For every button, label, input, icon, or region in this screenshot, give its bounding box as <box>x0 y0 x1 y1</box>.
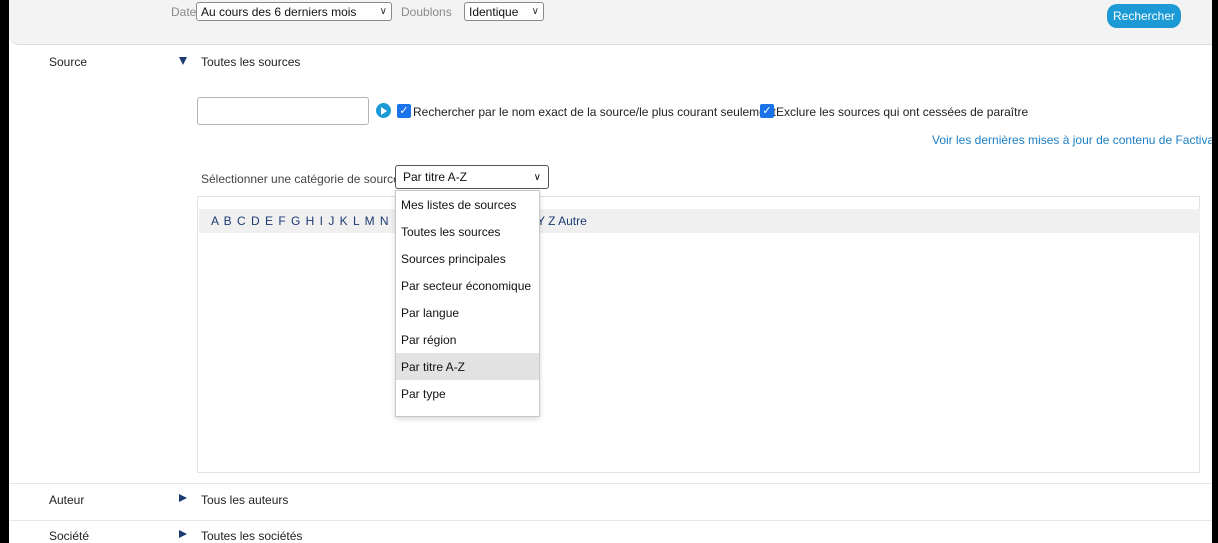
source-value[interactable]: Toutes les sources <box>201 55 300 69</box>
expand-triangle-icon[interactable] <box>179 494 187 502</box>
category-option[interactable]: Par secteur économique <box>396 272 539 299</box>
doublons-label: Doublons <box>401 5 452 19</box>
category-option[interactable]: Mes listes de sources <box>396 191 539 218</box>
category-select-value: Par titre A-Z <box>403 170 468 184</box>
exclude-ceased-checkbox[interactable]: ✓ <box>760 104 774 118</box>
filter-bar: Date Au cours des 6 derniers mois ∨ Doub… <box>9 0 1212 45</box>
societe-label: Société <box>49 529 90 543</box>
category-option[interactable]: Par langue <box>396 299 539 326</box>
expand-triangle-icon[interactable] <box>179 530 187 538</box>
date-label: Date <box>171 5 197 19</box>
alphabet-letters-tail[interactable]: Y Z Autre <box>537 214 587 228</box>
alphabet-letters[interactable]: A B C D E F G H I J K L M N <box>211 214 390 228</box>
alphabet-bar: A B C D E F G H I J K L M N Y Z Autre <box>199 209 1200 233</box>
search-form: Date Au cours des 6 derniers mois ∨ Doub… <box>9 0 1212 543</box>
date-select[interactable]: Au cours des 6 derniers mois ∨ <box>196 2 392 21</box>
divider <box>9 483 1212 484</box>
category-option[interactable]: Par type <box>396 380 539 407</box>
chevron-down-icon: ∨ <box>533 171 541 183</box>
collapse-triangle-icon[interactable] <box>179 57 187 65</box>
source-label: Source <box>49 55 88 69</box>
category-option[interactable]: Par région <box>396 326 539 353</box>
date-select-value: Au cours des 6 derniers mois <box>201 4 357 19</box>
alphabet-panel: A B C D E F G H I J K L M N Y Z Autre <box>197 196 1200 473</box>
category-label: Sélectionner une catégorie de sources <box>201 172 406 186</box>
category-option[interactable]: Toutes les sources <box>396 218 539 245</box>
exact-name-checkbox[interactable]: ✓ <box>397 104 411 118</box>
chevron-down-icon: ∨ <box>531 6 539 17</box>
doublons-select-value: Identique <box>469 4 519 19</box>
doublons-select[interactable]: Identique ∨ <box>464 2 544 21</box>
search-button[interactable]: Rechercher <box>1107 4 1181 28</box>
exclude-ceased-checkbox-label: Exclure les sources qui ont cessées de p… <box>776 105 1029 119</box>
chevron-down-icon: ∨ <box>379 6 387 17</box>
source-search-input[interactable] <box>197 97 369 125</box>
category-option-selected[interactable]: Par titre A-Z <box>396 353 539 380</box>
auteur-label: Auteur <box>49 493 85 507</box>
category-option[interactable]: Sources principales <box>396 245 539 272</box>
category-dropdown: Mes listes de sources Toutes les sources… <box>395 190 540 417</box>
divider <box>9 520 1212 521</box>
content-updates-link[interactable]: Voir les dernières mises à jour de conte… <box>932 133 1212 147</box>
play-icon[interactable] <box>376 103 391 118</box>
category-select[interactable]: Par titre A-Z ∨ <box>395 165 549 189</box>
exact-name-checkbox-label: Rechercher par le nom exact de la source… <box>413 105 776 119</box>
auteur-value[interactable]: Tous les auteurs <box>201 493 288 507</box>
societe-value[interactable]: Toutes les sociétés <box>201 529 302 543</box>
